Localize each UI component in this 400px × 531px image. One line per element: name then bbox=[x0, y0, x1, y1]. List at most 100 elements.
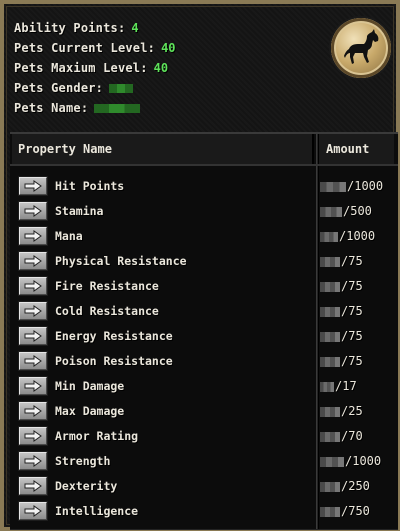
amount-max: /500 bbox=[343, 204, 372, 218]
property-name: Armor Rating bbox=[55, 429, 139, 443]
property-amount: /25 bbox=[320, 400, 363, 422]
amount-max: /75 bbox=[341, 279, 363, 293]
table-row: Armor Rating/70 bbox=[10, 425, 398, 450]
increase-button[interactable] bbox=[19, 177, 47, 195]
property-name: Poison Resistance bbox=[55, 354, 173, 368]
property-name: Intelligence bbox=[55, 504, 139, 518]
amount-max: /1000 bbox=[339, 229, 376, 243]
increase-button[interactable] bbox=[19, 502, 47, 520]
property-name: Max Damage bbox=[55, 404, 125, 418]
pet-info-section: Ability Points: 4 Pets Current Level: 40 P… bbox=[14, 18, 176, 118]
arrow-right-icon bbox=[24, 455, 42, 467]
horse-icon bbox=[344, 29, 379, 64]
property-name: Energy Resistance bbox=[55, 329, 173, 343]
amount-max: /750 bbox=[341, 504, 370, 518]
arrow-right-icon bbox=[24, 480, 42, 492]
increase-button[interactable] bbox=[19, 302, 47, 320]
increase-button[interactable] bbox=[19, 427, 47, 445]
property-name: Hit Points bbox=[55, 179, 125, 193]
current-level-label: Pets Current Level: bbox=[14, 41, 156, 55]
name-row: Pets Name: bbox=[14, 98, 176, 118]
table-row: Fire Resistance/75 bbox=[10, 275, 398, 300]
property-name: Strength bbox=[55, 454, 111, 468]
amount-value-redacted bbox=[320, 456, 344, 467]
property-amount: /75 bbox=[320, 300, 363, 322]
amount-value-redacted bbox=[320, 181, 346, 192]
current-level-row: Pets Current Level: 40 bbox=[14, 38, 176, 58]
increase-button[interactable] bbox=[19, 402, 47, 420]
increase-button[interactable] bbox=[19, 227, 47, 245]
current-level-value: 40 bbox=[161, 41, 176, 55]
maximum-level-label: Pets Maxium Level: bbox=[14, 61, 148, 75]
table-row: Dexterity/250 bbox=[10, 475, 398, 500]
table-row: Poison Resistance/75 bbox=[10, 350, 398, 375]
amount-max: /1000 bbox=[345, 454, 382, 468]
horse-emblem bbox=[331, 18, 391, 78]
property-name: Stamina bbox=[55, 204, 104, 218]
amount-max: /250 bbox=[341, 479, 370, 493]
table-row: Min Damage/17 bbox=[10, 375, 398, 400]
table-row: Hit Points/1000 bbox=[10, 175, 398, 200]
increase-button[interactable] bbox=[19, 452, 47, 470]
amount-value-redacted bbox=[320, 431, 340, 442]
property-name: Physical Resistance bbox=[55, 254, 187, 268]
amount-max: /75 bbox=[341, 329, 363, 343]
ability-points-label: Ability Points: bbox=[14, 21, 126, 35]
maximum-level-row: Pets Maxium Level: 40 bbox=[14, 58, 176, 78]
property-amount: /75 bbox=[320, 275, 363, 297]
arrow-right-icon bbox=[24, 255, 42, 267]
amount-max: /25 bbox=[341, 404, 363, 418]
table-row: Strength/1000 bbox=[10, 450, 398, 475]
arrow-right-icon bbox=[24, 305, 42, 317]
property-amount: /250 bbox=[320, 475, 370, 497]
arrow-right-icon bbox=[24, 505, 42, 517]
property-name-header: Property Name bbox=[12, 134, 314, 164]
property-name: Dexterity bbox=[55, 479, 118, 493]
increase-button[interactable] bbox=[19, 277, 47, 295]
amount-max: /75 bbox=[341, 354, 363, 368]
increase-button[interactable] bbox=[19, 477, 47, 495]
pet-stats-window: Ability Points: 4 Pets Current Level: 40 P… bbox=[0, 0, 400, 531]
property-name: Fire Resistance bbox=[55, 279, 159, 293]
arrow-right-icon bbox=[24, 330, 42, 342]
arrow-right-icon bbox=[24, 430, 42, 442]
property-amount: /75 bbox=[320, 350, 363, 372]
amount-value-redacted bbox=[320, 406, 340, 417]
increase-button[interactable] bbox=[19, 352, 47, 370]
table-row: Cold Resistance/75 bbox=[10, 300, 398, 325]
table-row: Physical Resistance/75 bbox=[10, 250, 398, 275]
property-amount: /1000 bbox=[320, 175, 383, 197]
property-amount: /500 bbox=[320, 200, 372, 222]
gender-value-redacted bbox=[109, 84, 134, 93]
property-name: Min Damage bbox=[55, 379, 125, 393]
amount-header: Amount bbox=[318, 134, 394, 164]
property-amount: /1000 bbox=[320, 225, 375, 247]
arrow-right-icon bbox=[24, 280, 42, 292]
amount-max: /1000 bbox=[347, 179, 384, 193]
amount-value-redacted bbox=[320, 331, 340, 342]
pet-name-label: Pets Name: bbox=[14, 101, 89, 115]
property-name: Cold Resistance bbox=[55, 304, 159, 318]
amount-max: /17 bbox=[335, 379, 357, 393]
increase-button[interactable] bbox=[19, 202, 47, 220]
amount-max: /75 bbox=[341, 254, 363, 268]
increase-button[interactable] bbox=[19, 327, 47, 345]
arrow-right-icon bbox=[24, 205, 42, 217]
amount-value-redacted bbox=[320, 256, 340, 267]
amount-value-redacted bbox=[320, 231, 338, 242]
increase-button[interactable] bbox=[19, 377, 47, 395]
amount-max: /75 bbox=[341, 304, 363, 318]
properties-table: Property Name Amount Hit Points/1000 Stam… bbox=[10, 132, 398, 530]
arrow-right-icon bbox=[24, 380, 42, 392]
header-divider bbox=[10, 164, 398, 166]
arrow-right-icon bbox=[24, 230, 42, 242]
increase-button[interactable] bbox=[19, 252, 47, 270]
table-row: Intelligence/750 bbox=[10, 500, 398, 525]
property-amount: /750 bbox=[320, 500, 370, 522]
amount-value-redacted bbox=[320, 206, 342, 217]
arrow-right-icon bbox=[24, 355, 42, 367]
property-amount: /75 bbox=[320, 250, 363, 272]
amount-max: /70 bbox=[341, 429, 363, 443]
property-name: Mana bbox=[55, 229, 83, 243]
property-amount: /75 bbox=[320, 325, 363, 347]
